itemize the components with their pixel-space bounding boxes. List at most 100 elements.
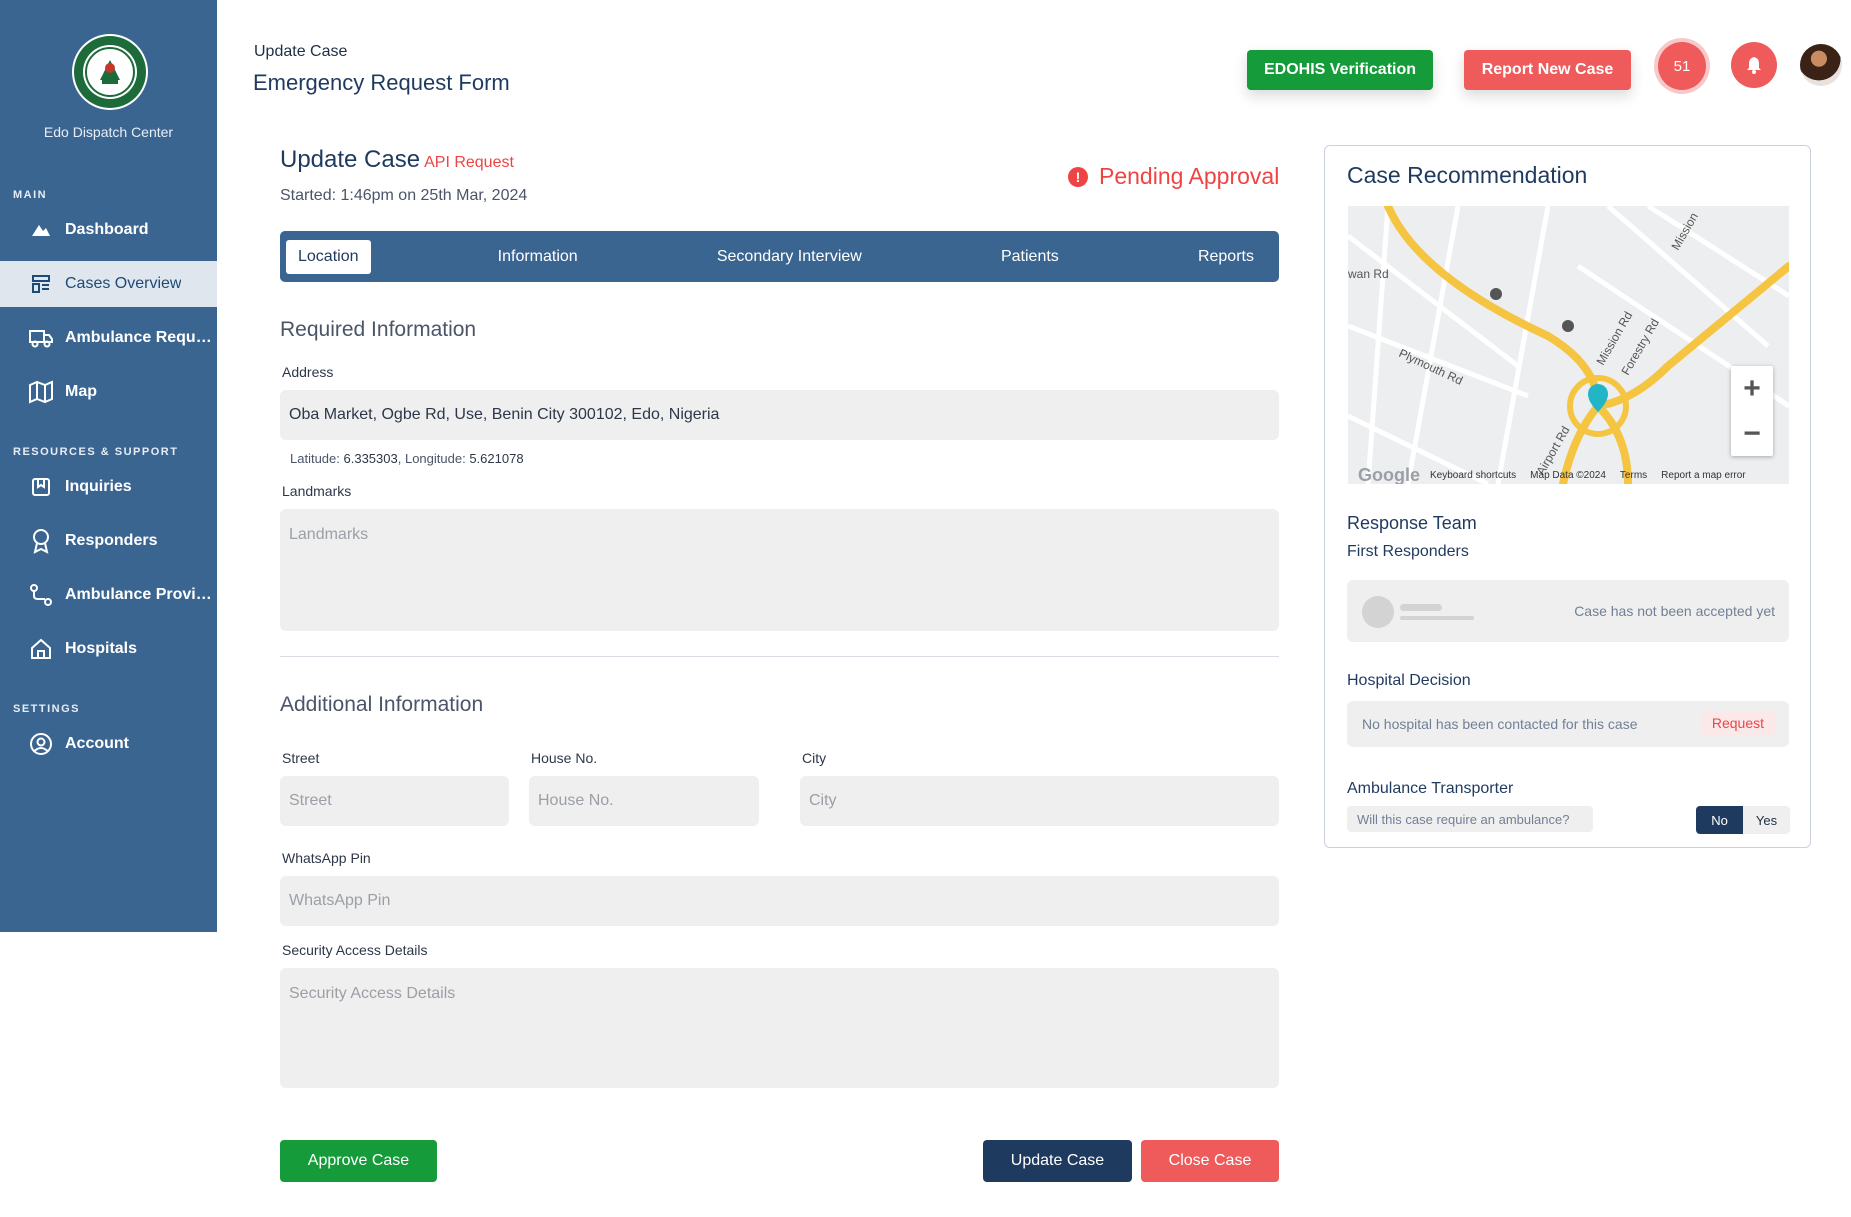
hospital-decision-title: Hospital Decision (1347, 672, 1471, 689)
bell-icon[interactable] (1731, 42, 1777, 88)
keyboard-shortcuts-link[interactable]: Keyboard shortcuts (1430, 470, 1516, 481)
section-main: MAIN (13, 189, 48, 201)
coordinates: Latitude: 6.335303, Longitude: 5.621078 (290, 451, 524, 466)
house-no-label: House No. (531, 750, 598, 766)
sidebar-item-label: Ambulance Providers (65, 586, 215, 603)
address-field[interactable]: Oba Market, Ogbe Rd, Use, Benin City 300… (280, 390, 1279, 440)
status-badge: ! Pending Approval (1068, 163, 1279, 190)
response-team-title: Response Team (1347, 513, 1477, 533)
tab-information[interactable]: Information (486, 240, 590, 274)
sidebar-item-label: Cases Overview (65, 275, 182, 292)
toggle-no-button[interactable]: No (1696, 806, 1743, 834)
responder-avatar-placeholder (1362, 596, 1394, 628)
tab-reports[interactable]: Reports (1186, 240, 1266, 274)
ambulance-transporter-title: Ambulance Transporter (1347, 780, 1514, 797)
sidebar-item-label: Inquiries (65, 478, 132, 495)
approve-case-button[interactable]: Approve Case (280, 1140, 437, 1182)
breadcrumb: Update Case (254, 43, 348, 60)
sidebar-item-dashboard[interactable]: Dashboard (0, 207, 217, 253)
alert-icon: ! (1068, 166, 1088, 187)
ambulance-question: Will this case require an ambulance? (1347, 806, 1593, 832)
road-label: wan Rd (1348, 267, 1389, 281)
sidebar-item-responders[interactable]: Responders (0, 518, 217, 564)
latitude-value: 6.335303 (343, 451, 398, 466)
house-no-field[interactable]: House No. (529, 776, 759, 826)
city-label: City (802, 750, 827, 766)
sidebar-item-label: Map (65, 383, 97, 400)
responder-name-placeholder (1400, 604, 1442, 611)
tab-patients[interactable]: Patients (989, 240, 1071, 274)
sidebar-item-hospitals[interactable]: Hospitals (0, 626, 217, 672)
close-case-button[interactable]: Close Case (1141, 1140, 1279, 1182)
hospital-decision-card: No hospital has been contacted for this … (1347, 701, 1789, 747)
landmarks-label: Landmarks (282, 483, 352, 499)
responder-detail-placeholder (1400, 616, 1474, 620)
report-new-case-button[interactable]: Report New Case (1464, 50, 1631, 90)
home-icon (27, 635, 55, 663)
case-recommendation-panel: Case Recommendation wan Rd Mission Plymo… (1324, 145, 1811, 848)
award-icon (27, 527, 55, 555)
whatsapp-pin-field[interactable]: WhatsApp Pin (280, 876, 1279, 926)
security-access-field[interactable]: Security Access Details (280, 968, 1279, 1088)
latitude-label: Latitude: (290, 451, 340, 466)
street-field[interactable]: Street (280, 776, 509, 826)
required-info-title: Required Information (280, 318, 477, 341)
api-request-tag: API Request (424, 154, 514, 171)
edo-state-logo (72, 34, 148, 110)
zoom-in-icon[interactable]: + (1731, 366, 1773, 411)
map-data-text: Map Data ©2024 (1530, 469, 1606, 481)
toggle-yes-button[interactable]: Yes (1743, 806, 1790, 834)
sidebar-item-cases-overview[interactable]: Cases Overview (0, 261, 217, 307)
sidebar-item-label: Dashboard (65, 221, 149, 238)
map-footer: Google Keyboard shortcuts Map Data ©2024… (1348, 464, 1789, 485)
sidebar-item-label: Account (65, 735, 129, 752)
zoom-out-icon[interactable]: − (1731, 411, 1773, 456)
sidebar-item-ambulance-providers[interactable]: Ambulance Providers (0, 572, 217, 618)
section-settings: SETTINGS (13, 703, 81, 715)
sidebar-item-map[interactable]: Map (0, 369, 217, 415)
truck-icon (27, 324, 55, 352)
google-logo: Google (1358, 464, 1420, 485)
org-name: Edo Dispatch Center (43, 124, 174, 140)
sidebar: Edo Dispatch Center MAIN Dashboard Cases… (0, 0, 217, 932)
sidebar-item-account[interactable]: Account (0, 721, 217, 767)
ambulance-toggle: No Yes (1696, 806, 1790, 834)
sidebar-item-label: Hospitals (65, 640, 138, 657)
longitude-label: Longitude: (404, 451, 466, 466)
sidebar-item-ambulance-requests[interactable]: Ambulance Requests (0, 315, 217, 361)
terms-link[interactable]: Terms (1620, 470, 1647, 481)
responder-status-text: Case has not been accepted yet (1574, 603, 1775, 619)
case-count-badge[interactable]: 51 (1658, 42, 1706, 90)
inquiries-icon (27, 473, 55, 501)
case-recommendation-title: Case Recommendation (1347, 162, 1588, 188)
first-responder-card: Case has not been accepted yet (1347, 580, 1789, 642)
tab-secondary-interview[interactable]: Secondary Interview (705, 240, 874, 274)
city-field[interactable]: City (800, 776, 1279, 826)
status-label: Pending Approval (1099, 163, 1280, 189)
edohis-verification-button[interactable]: EDOHIS Verification (1247, 50, 1433, 90)
map-zoom-control: + − (1731, 366, 1773, 456)
dashboard-icon (27, 216, 55, 244)
avatar[interactable] (1800, 44, 1842, 86)
tab-location[interactable]: Location (286, 239, 371, 274)
case-section: Update Case API Request (280, 146, 514, 174)
whatsapp-pin-label: WhatsApp Pin (282, 850, 371, 866)
map-view[interactable]: wan Rd Mission Plymouth Rd Mission Rd Fo… (1348, 206, 1789, 484)
map-icon (27, 378, 55, 406)
page-title: Emergency Request Form (253, 70, 510, 95)
street-label: Street (282, 750, 320, 766)
update-case-button[interactable]: Update Case (983, 1140, 1132, 1182)
sidebar-item-label: Responders (65, 532, 158, 549)
cases-icon (27, 270, 55, 298)
section-resources: RESOURCES & SUPPORT (13, 446, 179, 458)
landmarks-field[interactable]: Landmarks (280, 509, 1279, 631)
security-access-label: Security Access Details (282, 942, 428, 958)
hospital-request-button[interactable]: Request (1700, 711, 1775, 735)
section-divider (280, 656, 1279, 657)
first-responders-title: First Responders (1347, 543, 1469, 560)
sidebar-item-inquiries[interactable]: Inquiries (0, 464, 217, 510)
additional-info-title: Additional Information (280, 693, 484, 716)
user-circle-icon (27, 730, 55, 758)
longitude-value: 5.621078 (469, 451, 524, 466)
report-map-error-link[interactable]: Report a map error (1661, 470, 1745, 481)
